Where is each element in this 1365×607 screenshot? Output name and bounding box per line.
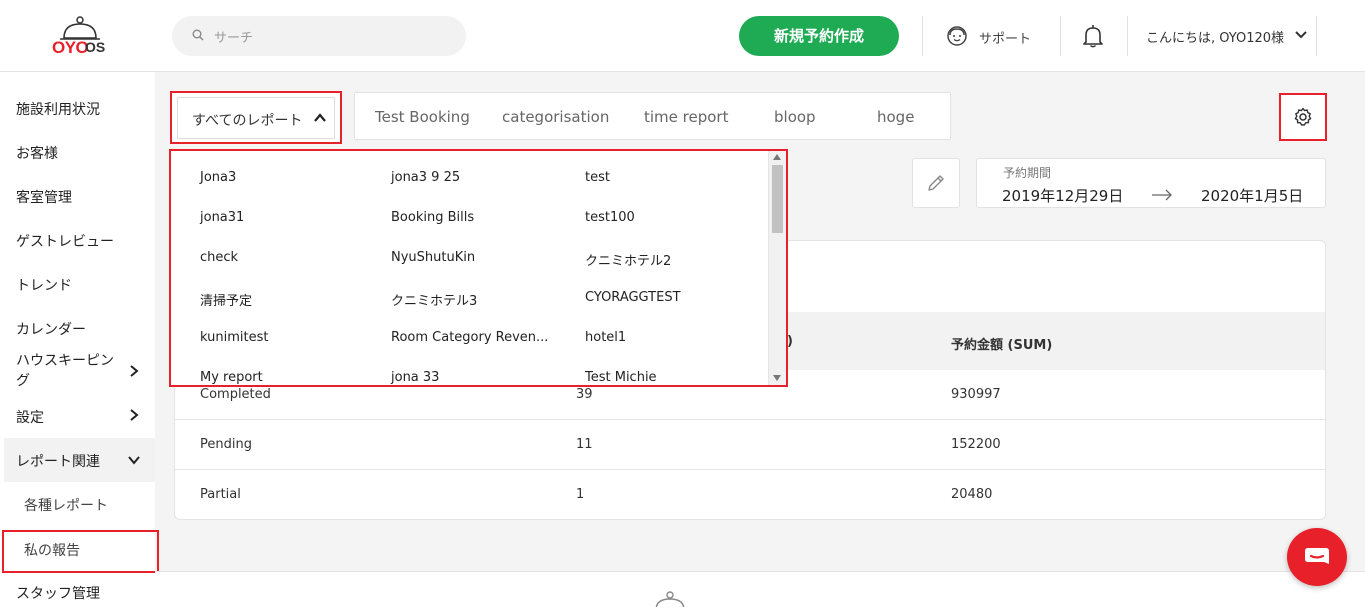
new-booking-button[interactable]: 新規予約作成 xyxy=(739,16,899,56)
chevron-right-icon[interactable] xyxy=(128,409,140,421)
chevron-down-icon[interactable] xyxy=(128,454,140,466)
notification-bell-icon[interactable] xyxy=(1082,24,1104,48)
cloche-icon xyxy=(655,591,685,607)
report-option[interactable]: Jona3 xyxy=(200,170,236,185)
search-placeholder: サーチ xyxy=(214,31,254,46)
tab-hoge[interactable]: hoge xyxy=(877,108,914,126)
sidebar: 施設利用状況 お客様 客室管理 ゲストレビュー トレンド カレンダー ハウスキー… xyxy=(0,72,159,607)
sidebar-subitem-my-report-highlight[interactable]: 私の報告 xyxy=(2,530,159,573)
report-option[interactable]: Room Category Reven... xyxy=(391,330,548,345)
report-option[interactable]: CYORAGGTEST xyxy=(585,290,681,305)
report-option[interactable]: kunimitest xyxy=(200,330,268,345)
sidebar-subitem-all-reports[interactable]: 各種レポート xyxy=(24,495,108,515)
scrollbar-thumb[interactable] xyxy=(772,165,783,233)
sidebar-item-calendar[interactable]: カレンダー xyxy=(16,319,86,339)
report-tabs: Test Booking categorisation time report … xyxy=(354,92,951,140)
table-cell-count: 11 xyxy=(576,437,593,452)
table-row: Partial 1 20480 xyxy=(175,470,1325,519)
report-option[interactable]: test xyxy=(585,170,610,185)
header-divider xyxy=(1127,16,1128,56)
pencil-icon xyxy=(928,175,944,191)
chevron-right-icon[interactable] xyxy=(128,365,140,377)
booking-period-caption: 予約期間 xyxy=(1003,166,1052,180)
search-icon xyxy=(192,29,204,41)
all-reports-label: すべてのレポート xyxy=(192,113,303,129)
header-divider xyxy=(1316,16,1317,56)
all-reports-dropdown-highlight[interactable]: すべてのレポート xyxy=(170,91,342,144)
booking-period-picker[interactable]: 予約期間 2019年12月29日 2020年1月5日 xyxy=(976,158,1326,208)
sidebar-item-reviews[interactable]: ゲストレビュー xyxy=(16,231,114,251)
report-option[interactable]: Booking Bills xyxy=(391,210,474,225)
chat-button[interactable] xyxy=(1287,528,1347,586)
search-input[interactable]: サーチ xyxy=(172,16,466,56)
table-cell-amount: 930997 xyxy=(951,387,1001,402)
tab-time-report[interactable]: time report xyxy=(644,108,728,126)
sidebar-item-staff[interactable]: スタッフ管理 xyxy=(16,583,100,603)
settings-button[interactable] xyxy=(1279,93,1327,141)
report-option[interactable]: jona3 9 25 xyxy=(391,170,460,185)
table-cell-count: 1 xyxy=(576,487,585,502)
table-header-amount: 予約金額 (SUM) xyxy=(951,338,1053,353)
support-icon xyxy=(947,26,967,46)
report-option[interactable]: jona31 xyxy=(200,210,244,225)
table-row: Pending 11 152200 xyxy=(175,420,1325,470)
sidebar-subitem-my-report[interactable]: 私の報告 xyxy=(24,540,80,560)
top-header: OYO OS サーチ 新規予約作成 サポート こんにちは, OYO120様 xyxy=(0,0,1365,72)
table-cell-count: 39 xyxy=(576,387,593,402)
header-divider xyxy=(922,16,923,56)
logo-text: OYO xyxy=(52,38,89,57)
tab-bloop[interactable]: bloop xyxy=(774,108,816,126)
chevron-down-icon[interactable] xyxy=(1294,30,1308,40)
sidebar-item-trends[interactable]: トレンド xyxy=(16,275,72,295)
dropdown-scrollbar[interactable] xyxy=(768,151,786,385)
scroll-up-arrow-icon[interactable] xyxy=(773,154,781,160)
tab-categorisation[interactable]: categorisation xyxy=(502,108,609,126)
report-option[interactable]: test100 xyxy=(585,210,635,225)
table-cell-status: Pending xyxy=(200,437,252,452)
sidebar-item-rooms[interactable]: 客室管理 xyxy=(16,187,72,207)
sidebar-item-settings[interactable]: 設定 xyxy=(16,407,44,427)
user-greeting[interactable]: こんにちは, OYO120様 xyxy=(1146,27,1284,46)
page-footer xyxy=(155,571,1365,607)
header-divider xyxy=(1060,16,1061,56)
report-list-dropdown: Jona3 jona3 9 25 test jona31 Booking Bil… xyxy=(169,149,788,387)
all-reports-dropdown[interactable]: すべてのレポート xyxy=(177,97,335,139)
sidebar-item-occupancy[interactable]: 施設利用状況 xyxy=(16,99,100,119)
sidebar-item-reports[interactable]: レポート関連 xyxy=(16,451,100,471)
report-option[interactable]: jona 33 xyxy=(391,370,439,385)
logo-suffix: OS xyxy=(85,39,106,55)
tab-test-booking[interactable]: Test Booking xyxy=(375,108,470,126)
report-option[interactable]: hotel1 xyxy=(585,330,626,345)
table-cell-status: Partial xyxy=(200,487,241,502)
table-cell-amount: 20480 xyxy=(951,487,993,502)
oyo-logo[interactable]: OYO OS xyxy=(52,16,132,60)
report-option[interactable]: 清掃予定 xyxy=(200,290,252,309)
start-date[interactable]: 2019年12月29日 xyxy=(1002,185,1123,206)
report-option[interactable]: NyuShutuKin xyxy=(391,250,475,265)
chat-bubble-icon xyxy=(1305,548,1329,564)
gear-icon xyxy=(1294,107,1312,126)
report-option[interactable]: クニミホテル2 xyxy=(585,250,671,269)
chevron-up-icon xyxy=(314,113,326,122)
sidebar-item-guests[interactable]: お客様 xyxy=(16,143,58,163)
report-option[interactable]: Test Michie xyxy=(585,370,657,385)
table-cell-amount: 152200 xyxy=(951,437,1001,452)
support-label: サポート xyxy=(979,32,1032,47)
report-option[interactable]: クニミホテル3 xyxy=(391,290,477,309)
table-cell-status: Completed xyxy=(200,387,271,402)
report-option[interactable]: My report xyxy=(200,370,263,385)
sidebar-item-housekeeping[interactable]: ハウスキーピング xyxy=(16,351,116,391)
scroll-down-arrow-icon[interactable] xyxy=(773,375,781,381)
edit-button[interactable] xyxy=(912,158,960,208)
end-date[interactable]: 2020年1月5日 xyxy=(1201,185,1303,206)
report-option[interactable]: check xyxy=(200,250,238,265)
arrow-right-icon xyxy=(1152,189,1172,201)
